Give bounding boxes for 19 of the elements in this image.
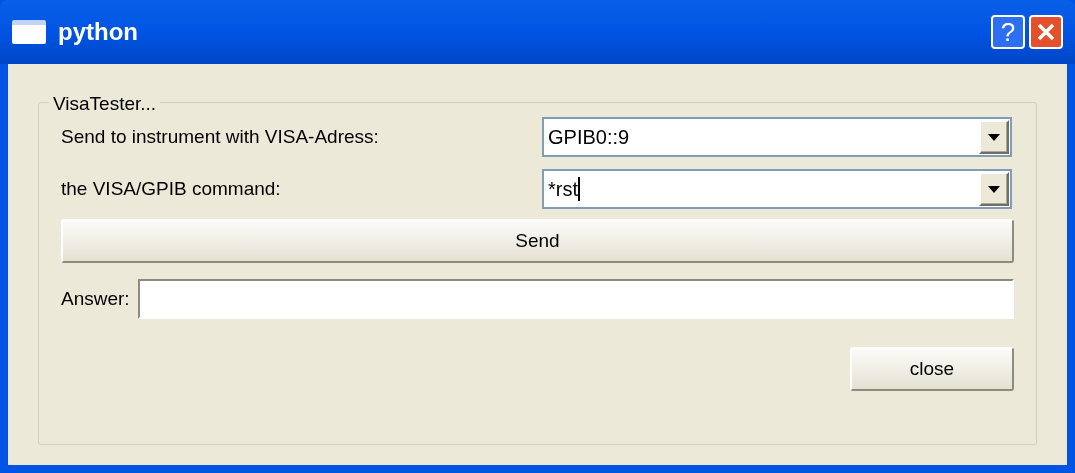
window-icon [12, 20, 46, 44]
help-button[interactable]: ? [991, 15, 1025, 49]
close-dialog-button[interactable]: close [850, 347, 1014, 391]
combo-box[interactable]: *rst [542, 169, 1012, 209]
window-title: python [58, 17, 139, 47]
field-label: the VISA/GPIB command: [61, 176, 281, 201]
field-label: Send to instrument with VISA-Adress: [61, 124, 379, 149]
dropdown-button[interactable] [979, 120, 1009, 154]
close-icon [1037, 23, 1055, 41]
dropdown-button[interactable] [979, 172, 1009, 206]
caret-icon [988, 133, 1000, 141]
close-button[interactable] [1029, 15, 1063, 49]
caret-icon [988, 185, 1000, 193]
answer-field[interactable] [137, 279, 1014, 319]
answer-label: Answer: [61, 286, 130, 311]
combo-value: *rst [548, 177, 578, 202]
combo-value: GPIB0::9 [548, 125, 630, 150]
combo-box[interactable]: GPIB0::9 [542, 117, 1012, 157]
send-button[interactable]: Send [61, 219, 1014, 263]
